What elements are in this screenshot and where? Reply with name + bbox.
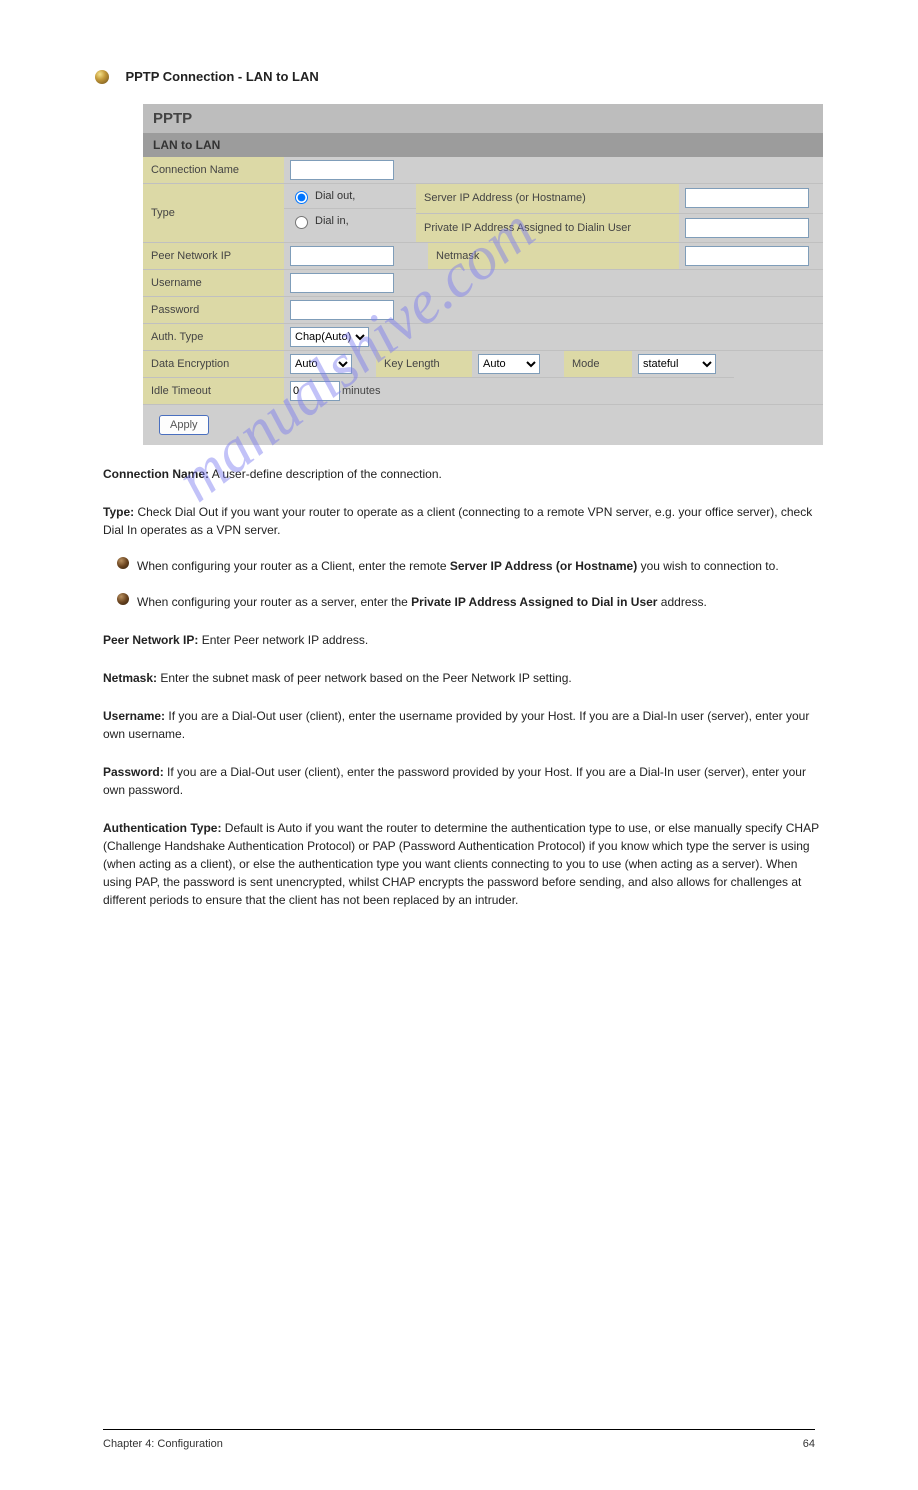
peer-ip-input[interactable] xyxy=(290,246,394,266)
pptp-config-panel: PPTP LAN to LAN Connection Name Type Dia… xyxy=(143,104,823,445)
label-idle-timeout: Idle Timeout xyxy=(143,378,284,405)
username-input[interactable] xyxy=(290,273,394,293)
doc-password: Password: If you are a Dial-Out user (cl… xyxy=(103,763,823,799)
doc-dial-out-item: When configuring your router as a Client… xyxy=(117,557,823,575)
label-peer-ip: Peer Network IP xyxy=(143,243,284,270)
connection-name-input[interactable] xyxy=(290,160,394,180)
label-auth-type: Auth. Type xyxy=(143,324,284,351)
label-username: Username xyxy=(143,270,284,297)
idle-timeout-input[interactable] xyxy=(290,381,340,401)
label-server-ip: Server IP Address (or Hostname) xyxy=(416,184,679,214)
panel-subtitle: LAN to LAN xyxy=(143,133,823,157)
mode-select[interactable]: stateful xyxy=(638,354,716,374)
bullet-gold-icon xyxy=(95,70,109,84)
server-ip-input[interactable] xyxy=(685,188,809,208)
password-input[interactable] xyxy=(290,300,394,320)
label-data-enc: Data Encryption xyxy=(143,351,284,378)
panel-title: PPTP xyxy=(143,104,823,133)
data-encryption-select[interactable]: Auto xyxy=(290,354,352,374)
doc-connection-name: Connection Name: A user-define descripti… xyxy=(103,465,823,483)
doc-type: Type: Check Dial Out if you want your ro… xyxy=(103,503,823,539)
label-private-ip: Private IP Address Assigned to Dialin Us… xyxy=(416,214,679,244)
dial-in-label: Dial in, xyxy=(315,215,349,227)
label-netmask: Netmask xyxy=(428,243,679,270)
label-connection-name: Connection Name xyxy=(143,157,284,184)
dial-in-radio[interactable] xyxy=(295,216,308,229)
doc-username: Username: If you are a Dial-Out user (cl… xyxy=(103,707,823,743)
page-footer: Chapter 4: Configuration 64 xyxy=(103,1429,815,1450)
bullet-brown-icon xyxy=(117,593,129,605)
bullet-brown-icon xyxy=(117,557,129,569)
dial-out-radio[interactable] xyxy=(295,191,308,204)
section-title: PPTP Connection - LAN to LAN xyxy=(125,69,318,84)
doc-dial-in-item: When configuring your router as a server… xyxy=(117,593,823,611)
footer-left: Chapter 4: Configuration xyxy=(103,1438,223,1450)
dial-out-label: Dial out, xyxy=(315,190,355,202)
doc-auth-type: Authentication Type: Default is Auto if … xyxy=(103,819,823,909)
label-key-length: Key Length xyxy=(376,351,472,378)
auth-type-select[interactable]: Chap(Auto) xyxy=(290,327,369,347)
private-ip-input[interactable] xyxy=(685,218,809,238)
apply-button[interactable]: Apply xyxy=(159,415,209,435)
doc-netmask: Netmask: Enter the subnet mask of peer n… xyxy=(103,669,823,687)
doc-peer-ip: Peer Network IP: Enter Peer network IP a… xyxy=(103,631,823,649)
label-type: Type xyxy=(143,184,284,243)
key-length-select[interactable]: Auto xyxy=(478,354,540,374)
label-mode: Mode xyxy=(564,351,632,378)
idle-timeout-suffix: minutes xyxy=(342,385,381,397)
label-password: Password xyxy=(143,297,284,324)
netmask-input[interactable] xyxy=(685,246,809,266)
section-heading: PPTP Connection - LAN to LAN xyxy=(95,68,823,86)
footer-right: 64 xyxy=(803,1438,815,1450)
